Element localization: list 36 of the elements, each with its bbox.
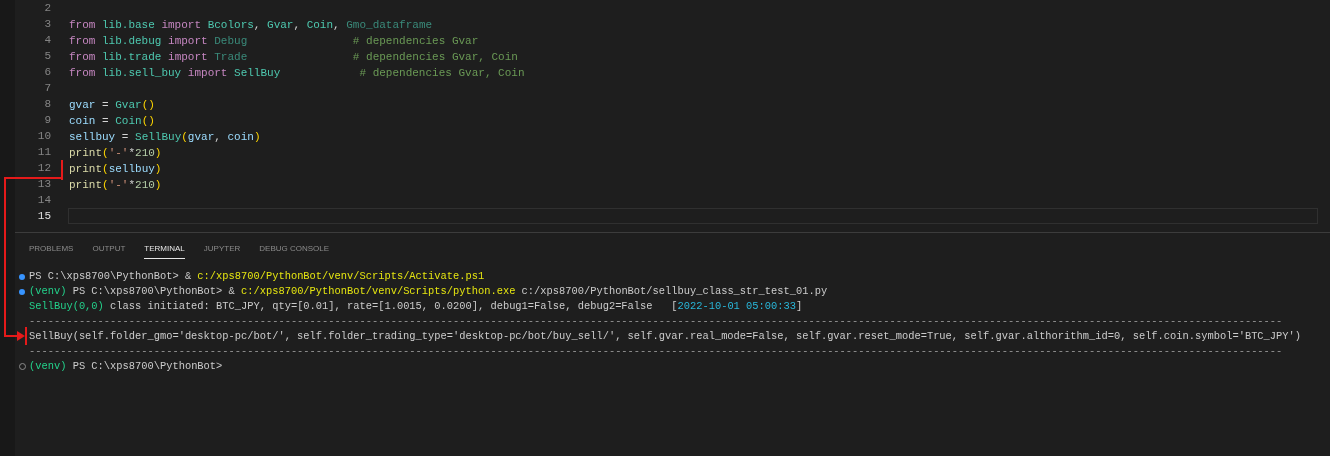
- code-line: from lib.base import Bcolors, Gvar, Coin, Gmo_dataframe: [69, 19, 433, 31]
- terminal-line: (venv) PS C:\xps8700\PythonBot> & c:/xps8700/PythonBot/venv/Scripts/python.exe c:/xps8700/PythonBot/sellbuy_class_str_test_01.py: [29, 284, 828, 299]
- terminal-line: (venv) PS C:\xps8700\PythonBot>: [29, 359, 223, 374]
- panel-tab[interactable]: PROBLEMS: [29, 233, 74, 259]
- line-number: 6: [43, 65, 51, 80]
- code-line: print('-'*210): [69, 179, 162, 191]
- line-number: 14: [36, 193, 51, 208]
- line-number: 10: [36, 129, 51, 144]
- line-number: 5: [43, 49, 51, 64]
- line-number: 13: [36, 177, 51, 192]
- line-number: 7: [43, 81, 51, 96]
- terminal-line: SellBuy(self.folder_gmo='desktop-pc/bot/', self.folder_trading_type='desktop-pc/bot/buy_sell/', self.gvar.real_mode=False, self.gvar.reset_mode=True, self.gvar.althorithm_id=0, self.coin.symbol='BTC_JPY'): [29, 329, 1302, 344]
- panel-tab[interactable]: OUTPUT: [92, 233, 126, 259]
- code-line: from lib.debug import Debug # dependencies Gvar: [69, 35, 479, 47]
- panel-tab[interactable]: TERMINAL: [144, 233, 185, 259]
- line-number: 9: [43, 113, 51, 128]
- line-number: 3: [43, 17, 51, 32]
- line-number: 15: [36, 209, 51, 224]
- line-number: 12: [36, 161, 51, 176]
- terminal-line: ---------------------------------------------------------------------------------------------------------------------------------------------------------------------------------------------------------: [29, 344, 1283, 359]
- code-line: coin = Coin(): [69, 115, 155, 127]
- code-line: gvar = Gvar(): [69, 99, 155, 111]
- line-number: 11: [36, 145, 51, 160]
- code-line: from lib.trade import Trade # dependencies Gvar, Coin: [69, 51, 518, 63]
- code-line: print(sellbuy): [69, 163, 162, 175]
- code-line: from lib.sell_buy import SellBuy # dependencies Gvar, Coin: [69, 67, 525, 79]
- line-number: 2: [43, 1, 51, 16]
- code-line: print('-'*210): [69, 147, 162, 159]
- panel-tab[interactable]: JUPYTER: [203, 233, 241, 259]
- code-line: sellbuy = SellBuy(gvar, coin): [69, 131, 261, 143]
- terminal-line: PS C:\xps8700\PythonBot> & c:/xps8700/PythonBot/venv/Scripts/Activate.ps1: [29, 269, 485, 284]
- terminal-line: ---------------------------------------------------------------------------------------------------------------------------------------------------------------------------------------------------------: [29, 314, 1283, 329]
- panel-tab[interactable]: DEBUG CONSOLE: [259, 233, 330, 259]
- line-number: 8: [43, 97, 51, 112]
- terminal-line: SellBuy(0,0) class initiated: BTC_JPY, qty=[0.01], rate=[1.0015, 0.0200], debug1=False, debug2=False [2022-10-01 05:00:33]: [29, 299, 803, 314]
- line-number: 4: [43, 33, 51, 48]
